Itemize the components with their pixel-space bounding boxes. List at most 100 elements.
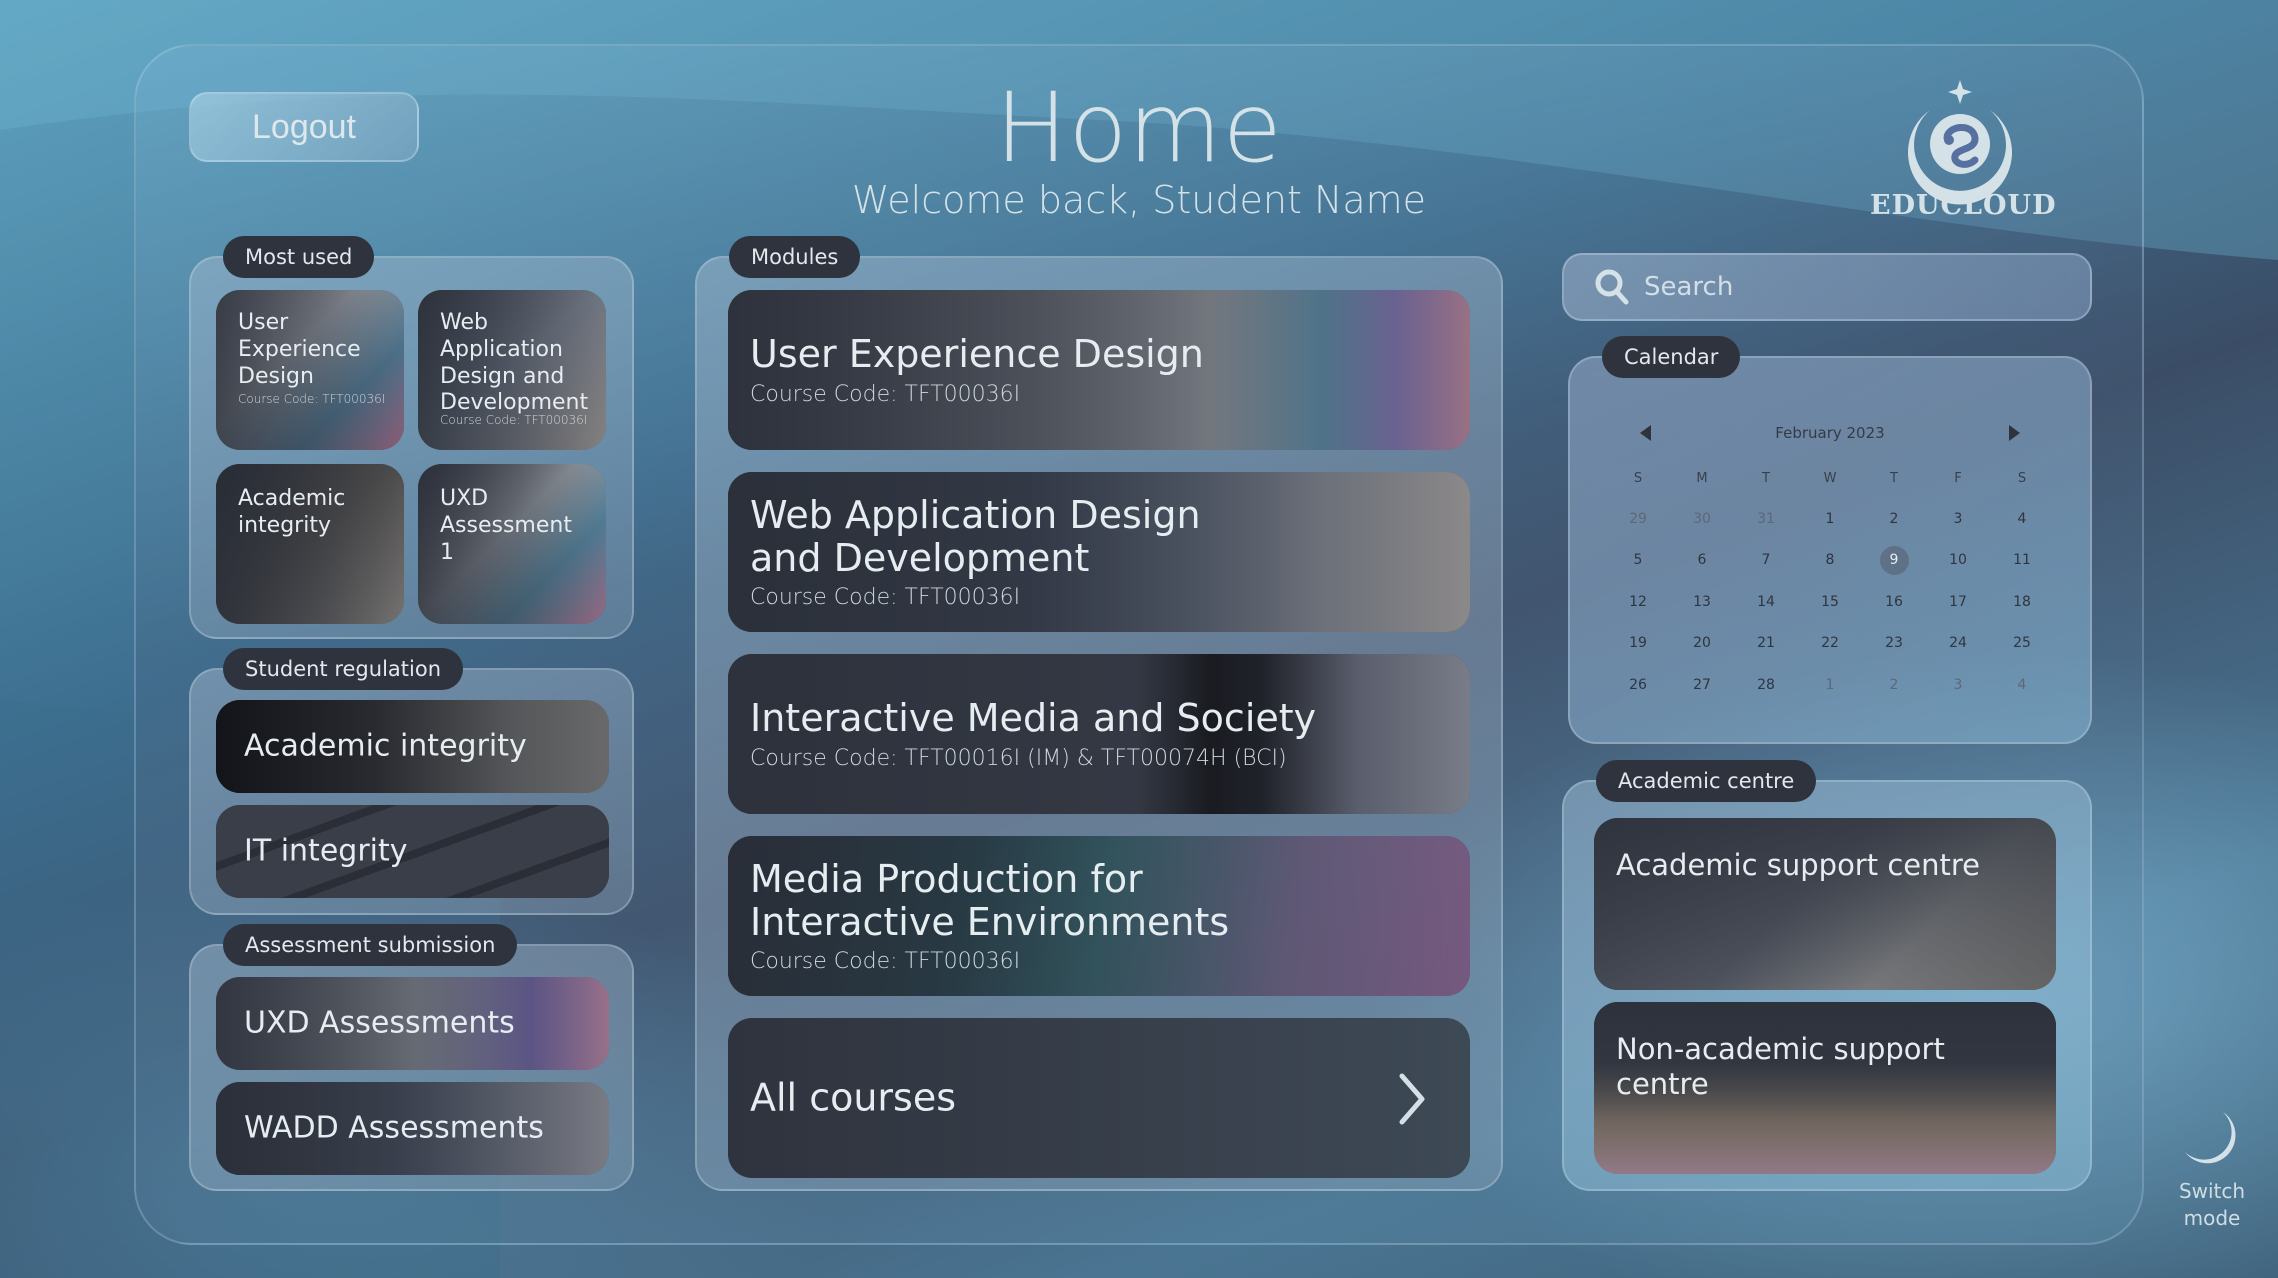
calendar-day-number: 2 [1889,676,1899,693]
module-code: Course Code: TFT00016I (IM) & TFT00074H … [750,745,1287,771]
card-title: UXD Assessments [244,1005,515,1041]
calendar-day[interactable]: 14 [1734,581,1798,623]
calendar-day-number: 30 [1693,510,1711,527]
modules-label: Modules [729,236,861,278]
calendar-day[interactable]: 19 [1606,623,1670,665]
module-card-ims[interactable]: Interactive Media and Society Course Cod… [728,654,1470,814]
logo-text: EDUCLOUD [1870,190,2057,221]
calendar-day[interactable]: 30 [1670,498,1734,540]
weekday-header: S [2017,470,2027,486]
search-icon [1595,269,1629,305]
calendar-day-number: 26 [1629,676,1647,693]
card-title: Non-academic support centre [1616,1032,1945,1102]
card-title: Web Application Design and Development [440,310,589,416]
card-code: Course Code: TFT00036I [440,413,588,428]
calendar-grid: S M T W T F S 29 30 31 1 2 3 4 5 6 7 8 9 10 11 12 13 14 15 16 17 18… [1606,458,2054,706]
calendar-day[interactable]: 10 [1926,540,1990,582]
calendar-day[interactable]: 13 [1670,581,1734,623]
switch-mode-label: Switch mode [2172,1178,2252,1232]
non-academic-support-centre-link[interactable]: Non-academic support centre [1594,1002,2056,1174]
calendar-day[interactable]: 2 [1862,498,1926,540]
calendar-day[interactable]: 6 [1670,540,1734,582]
most-used-label: Most used [223,236,375,278]
assessment-submission-section: Assessment submission UXD Assessments WA… [189,924,634,1191]
weekday-header: W [1823,470,1837,486]
calendar-day-number: 4 [2017,510,2027,527]
calendar-day[interactable]: 11 [1990,540,2054,582]
chevron-right-icon [1399,1073,1425,1125]
calendar-day-number: 8 [1825,552,1835,569]
calendar-day[interactable]: 21 [1734,623,1798,665]
most-used-card-uxd[interactable]: User Experience Design Course Code: TFT0… [216,290,404,450]
calendar-day[interactable]: 3 [1926,664,1990,706]
it-integrity-link[interactable]: IT integrity [216,805,609,898]
calendar-day[interactable]: 28 [1734,664,1798,706]
calendar-day-number: 24 [1949,635,1967,652]
calendar-day[interactable]: 1 [1798,664,1862,706]
calendar-day-number: 10 [1949,552,1967,569]
previous-month-icon[interactable] [1640,425,1651,441]
calendar-day[interactable]: 7 [1734,540,1798,582]
most-used-card-wadd[interactable]: Web Application Design and Development C… [418,290,606,450]
calendar-day-number: 14 [1757,593,1775,610]
card-title: Academic support centre [1616,848,1980,882]
card-title: WADD Assessments [244,1110,544,1146]
module-code: Course Code: TFT00036I [750,381,1021,407]
calendar-day[interactable]: 31 [1734,498,1798,540]
calendar-day[interactable]: 26 [1606,664,1670,706]
all-courses-button[interactable]: All courses [728,1018,1470,1178]
weekday-header: S [1633,470,1643,486]
module-code: Course Code: TFT00036I [750,949,1021,975]
calendar-day[interactable]: 5 [1606,540,1670,582]
assessment-submission-label: Assessment submission [223,924,518,966]
calendar-day[interactable]: 16 [1862,581,1926,623]
module-card-mpie[interactable]: Media Production for Interactive Environ… [728,836,1470,996]
academic-centre-section: Academic centre Academic support centre … [1562,760,2092,1191]
calendar-day[interactable]: 18 [1990,581,2054,623]
calendar-day[interactable]: 20 [1670,623,1734,665]
most-used-card-uxd-assessment[interactable]: UXD Assessment 1 [418,464,606,624]
calendar-day-number: 20 [1693,635,1711,652]
calendar-day-number: 31 [1757,510,1775,527]
calendar-day[interactable]: 24 [1926,623,1990,665]
calendar-day-number: 1 [1825,510,1835,527]
calendar-day[interactable]: 1 [1798,498,1862,540]
module-title: Interactive Media and Society [750,696,1317,741]
switch-mode-button[interactable]: Switch mode [2172,1108,2252,1232]
module-card-wadd[interactable]: Web Application Design and Development C… [728,472,1470,632]
calendar-day-number: 17 [1949,593,1967,610]
next-month-icon[interactable] [2008,425,2020,441]
calendar-day[interactable]: 2 [1862,664,1926,706]
calendar-day[interactable]: 12 [1606,581,1670,623]
search-bar[interactable] [1562,253,2092,321]
calendar-day[interactable]: 15 [1798,581,1862,623]
search-input[interactable] [1644,272,2064,302]
academic-support-centre-link[interactable]: Academic support centre [1594,818,2056,990]
calendar-day-selected[interactable]: 9 [1862,540,1926,582]
calendar-day-number: 5 [1633,552,1643,569]
module-card-uxd[interactable]: User Experience Design Course Code: TFT0… [728,290,1470,450]
calendar-day[interactable]: 22 [1798,623,1862,665]
all-courses-label: All courses [750,1075,957,1120]
calendar-day-number: 19 [1629,635,1647,652]
switch-mode-label-line2: mode [2183,1206,2241,1230]
calendar-day[interactable]: 23 [1862,623,1926,665]
calendar-day-number: 13 [1693,593,1711,610]
most-used-card-academic-integrity[interactable]: Academic integrity [216,464,404,624]
calendar-day[interactable]: 3 [1926,498,1990,540]
calendar-day-number: 7 [1761,552,1771,569]
wadd-assessments-link[interactable]: WADD Assessments [216,1082,609,1175]
calendar-day[interactable]: 4 [1990,498,2054,540]
uxd-assessments-link[interactable]: UXD Assessments [216,977,609,1070]
module-title: User Experience Design [750,332,1204,377]
calendar-day[interactable]: 25 [1990,623,2054,665]
module-title: Media Production for Interactive Environ… [750,856,1230,944]
calendar-day[interactable]: 29 [1606,498,1670,540]
calendar-day-number: 1 [1825,676,1835,693]
weekday-header: T [1762,470,1770,486]
calendar-day[interactable]: 27 [1670,664,1734,706]
calendar-day[interactable]: 4 [1990,664,2054,706]
calendar-day[interactable]: 17 [1926,581,1990,623]
calendar-day[interactable]: 8 [1798,540,1862,582]
academic-integrity-link[interactable]: Academic integrity [216,700,609,793]
